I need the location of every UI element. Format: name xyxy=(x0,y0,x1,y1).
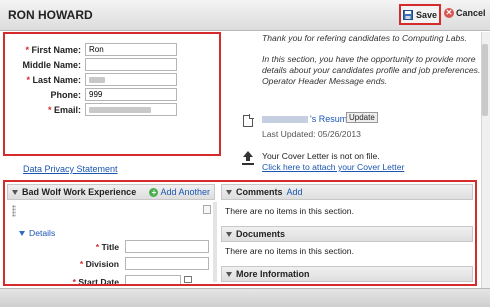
collapse-icon xyxy=(226,271,232,277)
title-field[interactable] xyxy=(125,240,209,253)
sections-panel: Bad Wolf Work Experience + Add Another D… xyxy=(3,180,477,286)
last-name-field[interactable] xyxy=(85,73,177,86)
last-name-row: * Last Name: xyxy=(5,73,219,87)
collapse-icon xyxy=(226,189,232,195)
more-information-title: More Information xyxy=(236,269,310,279)
cover-letter-status: Your Cover Letter is not on file. xyxy=(262,151,380,161)
cancel-label: Cancel xyxy=(456,8,486,18)
documents-header[interactable]: Documents xyxy=(221,226,473,242)
title-label: * Title xyxy=(95,242,119,252)
cancel-button[interactable]: ✕ Cancel xyxy=(444,8,486,18)
trash-icon[interactable] xyxy=(203,205,211,214)
middle-name-row: Middle Name: xyxy=(5,58,219,72)
email-label: * Email: xyxy=(47,105,81,115)
start-date-field[interactable] xyxy=(125,275,181,284)
document-icon xyxy=(243,114,254,127)
floppy-disk-icon xyxy=(402,9,413,20)
comments-empty-text: There are no items in this section. xyxy=(225,206,354,216)
calendar-icon[interactable] xyxy=(184,276,192,283)
upload-icon xyxy=(242,151,254,165)
save-button[interactable]: Save xyxy=(399,4,441,25)
save-label: Save xyxy=(415,9,438,20)
division-label: * Division xyxy=(79,259,119,269)
update-resume-button[interactable]: Update xyxy=(346,112,378,123)
phone-label: Phone: xyxy=(50,90,82,100)
documents-title: Documents xyxy=(236,229,286,239)
operator-message-end: Operator Header Message ends. xyxy=(262,76,388,86)
collapse-icon xyxy=(226,231,232,237)
documents-empty-text: There are no items in this section. xyxy=(225,246,354,256)
email-row: * Email: xyxy=(5,103,219,117)
comments-header[interactable]: Comments Add xyxy=(221,184,473,200)
details-label: Details xyxy=(29,228,56,238)
first-name-label: * First Name: xyxy=(25,45,81,55)
start-date-label: * Start Date xyxy=(72,277,119,286)
intro-message: In this section, you have the opportunit… xyxy=(262,54,481,75)
plus-icon: + xyxy=(149,187,159,197)
details-chevron-icon xyxy=(19,230,25,236)
phone-row: Phone: xyxy=(5,88,219,102)
page-scrollbar-thumb[interactable] xyxy=(482,44,488,116)
left-scrollbar[interactable] xyxy=(213,202,217,282)
first-name-row: * First Name: xyxy=(5,43,219,57)
page-title: RON HOWARD xyxy=(8,8,93,22)
drag-handle-icon[interactable] xyxy=(12,205,16,217)
division-field[interactable] xyxy=(125,257,209,270)
more-information-header[interactable]: More Information xyxy=(221,266,473,282)
last-name-label: * Last Name: xyxy=(26,75,81,85)
comments-title: Comments xyxy=(236,187,283,197)
first-name-field[interactable] xyxy=(85,43,177,56)
work-experience-header[interactable]: Bad Wolf Work Experience + Add Another xyxy=(7,184,215,200)
personal-info-panel: * First Name: Middle Name: * Last Name: … xyxy=(3,32,221,156)
details-toggle[interactable]: Details xyxy=(19,228,55,238)
attach-cover-letter-link[interactable]: Click here to attach your Cover Letter xyxy=(262,162,404,172)
add-comment-link[interactable]: Add xyxy=(287,187,303,197)
resume-link[interactable]: 's Resume xyxy=(262,114,352,124)
data-privacy-link[interactable]: Data Privacy Statement xyxy=(23,164,118,174)
operator-message: Thank you for refering candidates to Com… xyxy=(262,33,484,97)
cancel-icon: ✕ xyxy=(444,8,454,18)
resume-last-updated: Last Updated: 05/26/2013 xyxy=(262,129,361,139)
middle-name-field[interactable] xyxy=(85,58,177,71)
add-another-label: Add Another xyxy=(160,187,210,197)
add-another-button[interactable]: + Add Another xyxy=(149,187,210,197)
collapse-icon xyxy=(12,189,18,195)
email-field[interactable] xyxy=(85,103,177,116)
phone-field[interactable] xyxy=(85,88,177,101)
work-experience-title: Bad Wolf Work Experience xyxy=(22,187,137,197)
middle-name-label: Middle Name: xyxy=(22,60,81,70)
thanks-message: Thank you for refering candidates to Com… xyxy=(262,33,467,43)
page-footer xyxy=(0,288,490,307)
